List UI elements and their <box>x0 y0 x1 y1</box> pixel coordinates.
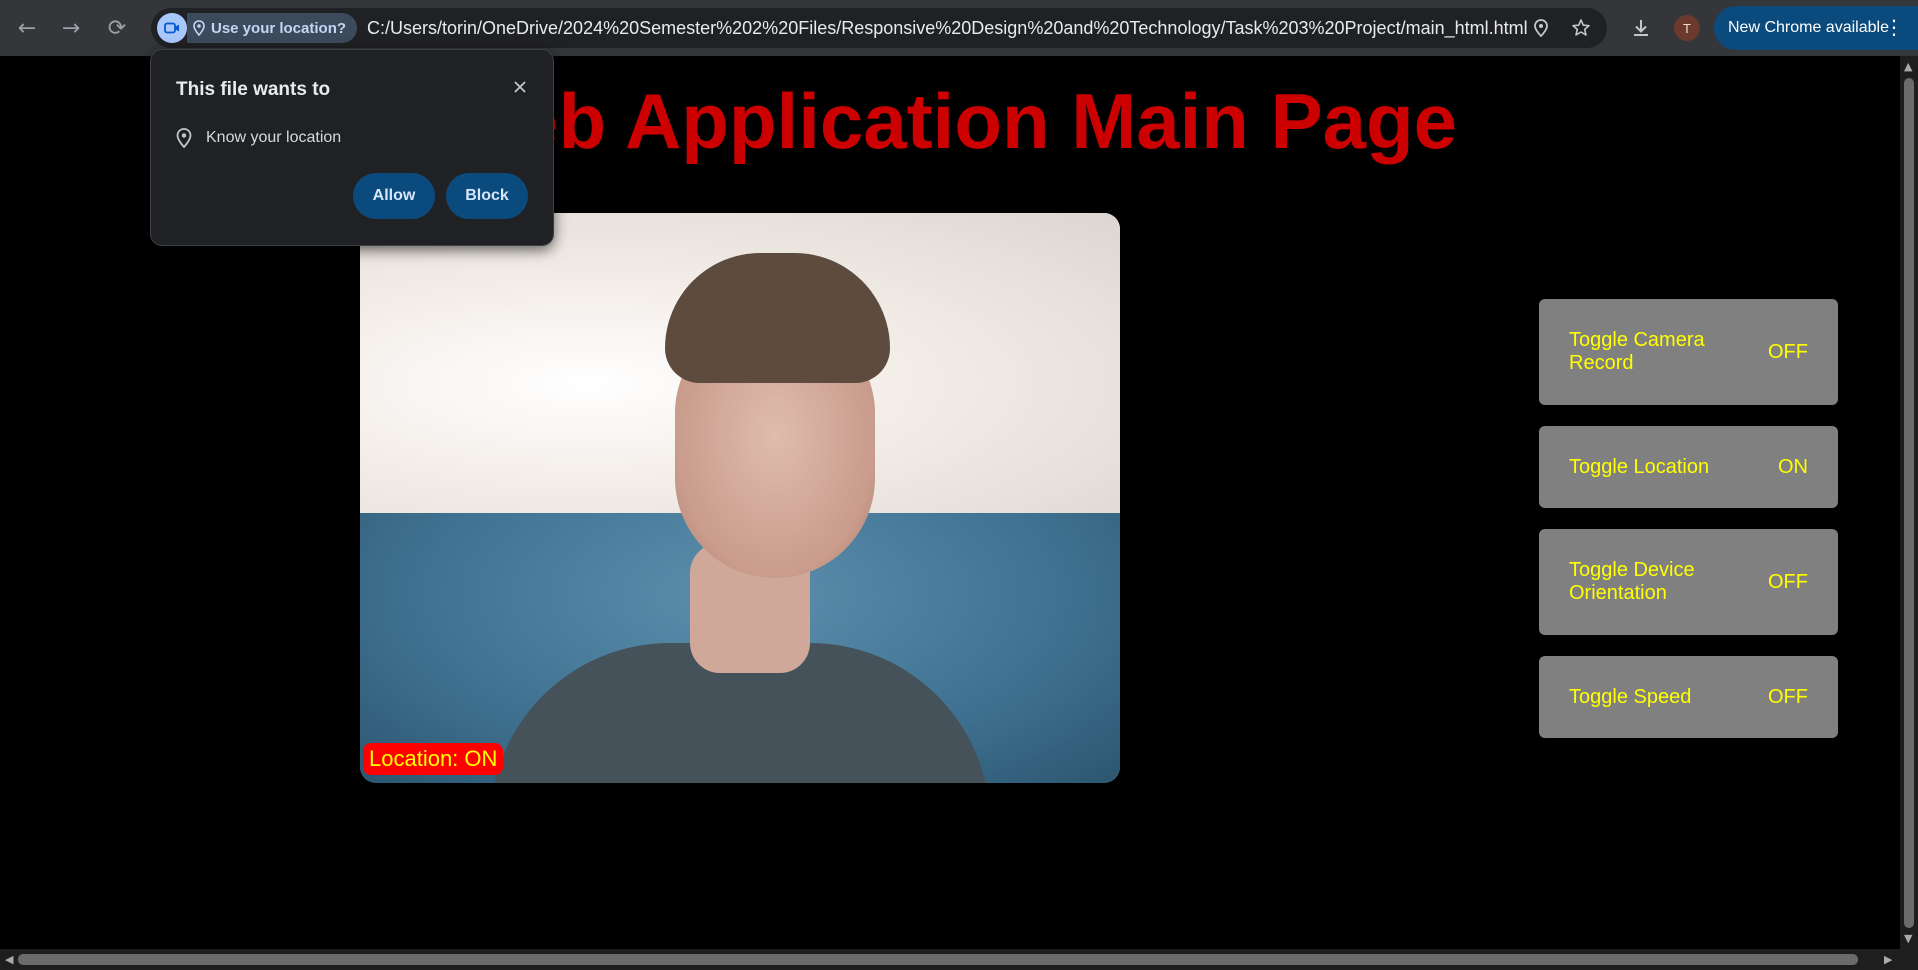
location-permission-chip[interactable]: Use your location? <box>187 13 358 43</box>
forward-icon: → <box>61 15 81 41</box>
vertical-scroll-thumb[interactable] <box>1904 78 1914 928</box>
scroll-down-icon[interactable]: ▼ <box>1904 932 1912 945</box>
scroll-left-icon[interactable]: ◀ <box>5 953 13 966</box>
close-button[interactable] <box>507 74 533 100</box>
close-icon <box>514 81 526 93</box>
url-text[interactable]: C:/Users/torin/OneDrive/2024%20Semester%… <box>367 8 1528 48</box>
update-chrome-button[interactable]: New Chrome available ⋮ <box>1714 6 1918 50</box>
toggle-label: Toggle Location <box>1569 455 1710 478</box>
location-pin-icon <box>176 128 192 148</box>
back-icon: ← <box>17 15 37 41</box>
download-icon <box>1634 20 1648 36</box>
allow-button[interactable]: Allow <box>353 173 435 219</box>
toggle-state: OFF <box>1768 570 1808 593</box>
address-bar[interactable]: Use your location? C:/Users/torin/OneDri… <box>151 8 1607 48</box>
location-status-overlay: Location: ON <box>363 743 504 775</box>
toggle-camera-record-button[interactable]: Toggle Camera Record OFF <box>1539 299 1838 405</box>
block-button[interactable]: Block <box>446 173 528 219</box>
video-camera-icon <box>164 22 179 34</box>
horizontal-scroll-thumb[interactable] <box>18 954 1858 965</box>
toggle-location-button[interactable]: Toggle Location ON <box>1539 426 1838 508</box>
camera-video-feed: Location: ON <box>360 213 1120 783</box>
location-pin-icon <box>193 20 205 36</box>
toggle-state: OFF <box>1768 340 1808 363</box>
back-button[interactable]: ← <box>11 12 43 44</box>
toggle-label: Toggle Speed <box>1569 685 1692 708</box>
dialog-heading: This file wants to <box>176 79 331 100</box>
location-chip-label: Use your location? <box>211 19 347 37</box>
reload-icon: ⟳ <box>107 15 127 41</box>
permission-item: Know your location <box>176 128 341 148</box>
downloads-button[interactable] <box>1627 14 1655 42</box>
toggle-device-orientation-button[interactable]: Toggle Device Orientation OFF <box>1539 529 1838 635</box>
toggle-state: ON <box>1778 455 1808 478</box>
toggle-state: OFF <box>1768 685 1808 708</box>
vertical-scrollbar[interactable]: ▲ ▼ <box>1900 56 1918 949</box>
update-label: New Chrome available <box>1728 19 1889 36</box>
forward-button[interactable]: → <box>55 12 87 44</box>
reload-button[interactable]: ⟳ <box>101 12 133 44</box>
star-icon <box>1572 19 1590 36</box>
toggle-label: Toggle Device Orientation <box>1569 559 1695 604</box>
location-status-button[interactable] <box>1529 16 1553 40</box>
profile-avatar[interactable]: T <box>1674 15 1700 41</box>
menu-icon[interactable]: ⋮ <box>1884 15 1904 39</box>
scroll-up-icon[interactable]: ▲ <box>1904 60 1912 73</box>
browser-toolbar: ← → ⟳ Use your location? C:/Users/torin/… <box>0 0 1918 56</box>
toggle-speed-button[interactable]: Toggle Speed OFF <box>1539 656 1838 738</box>
location-pin-icon <box>1534 19 1548 37</box>
horizontal-scrollbar[interactable]: ◀ ▶ <box>0 949 1918 970</box>
location-permission-dialog: This file wants to Know your location Al… <box>150 49 554 246</box>
permission-label: Know your location <box>206 129 342 146</box>
camera-indicator-button[interactable] <box>157 13 187 43</box>
toggle-label: Toggle Camera Record <box>1569 329 1705 374</box>
bookmark-button[interactable] <box>1569 16 1593 40</box>
scroll-right-icon[interactable]: ▶ <box>1884 953 1892 966</box>
